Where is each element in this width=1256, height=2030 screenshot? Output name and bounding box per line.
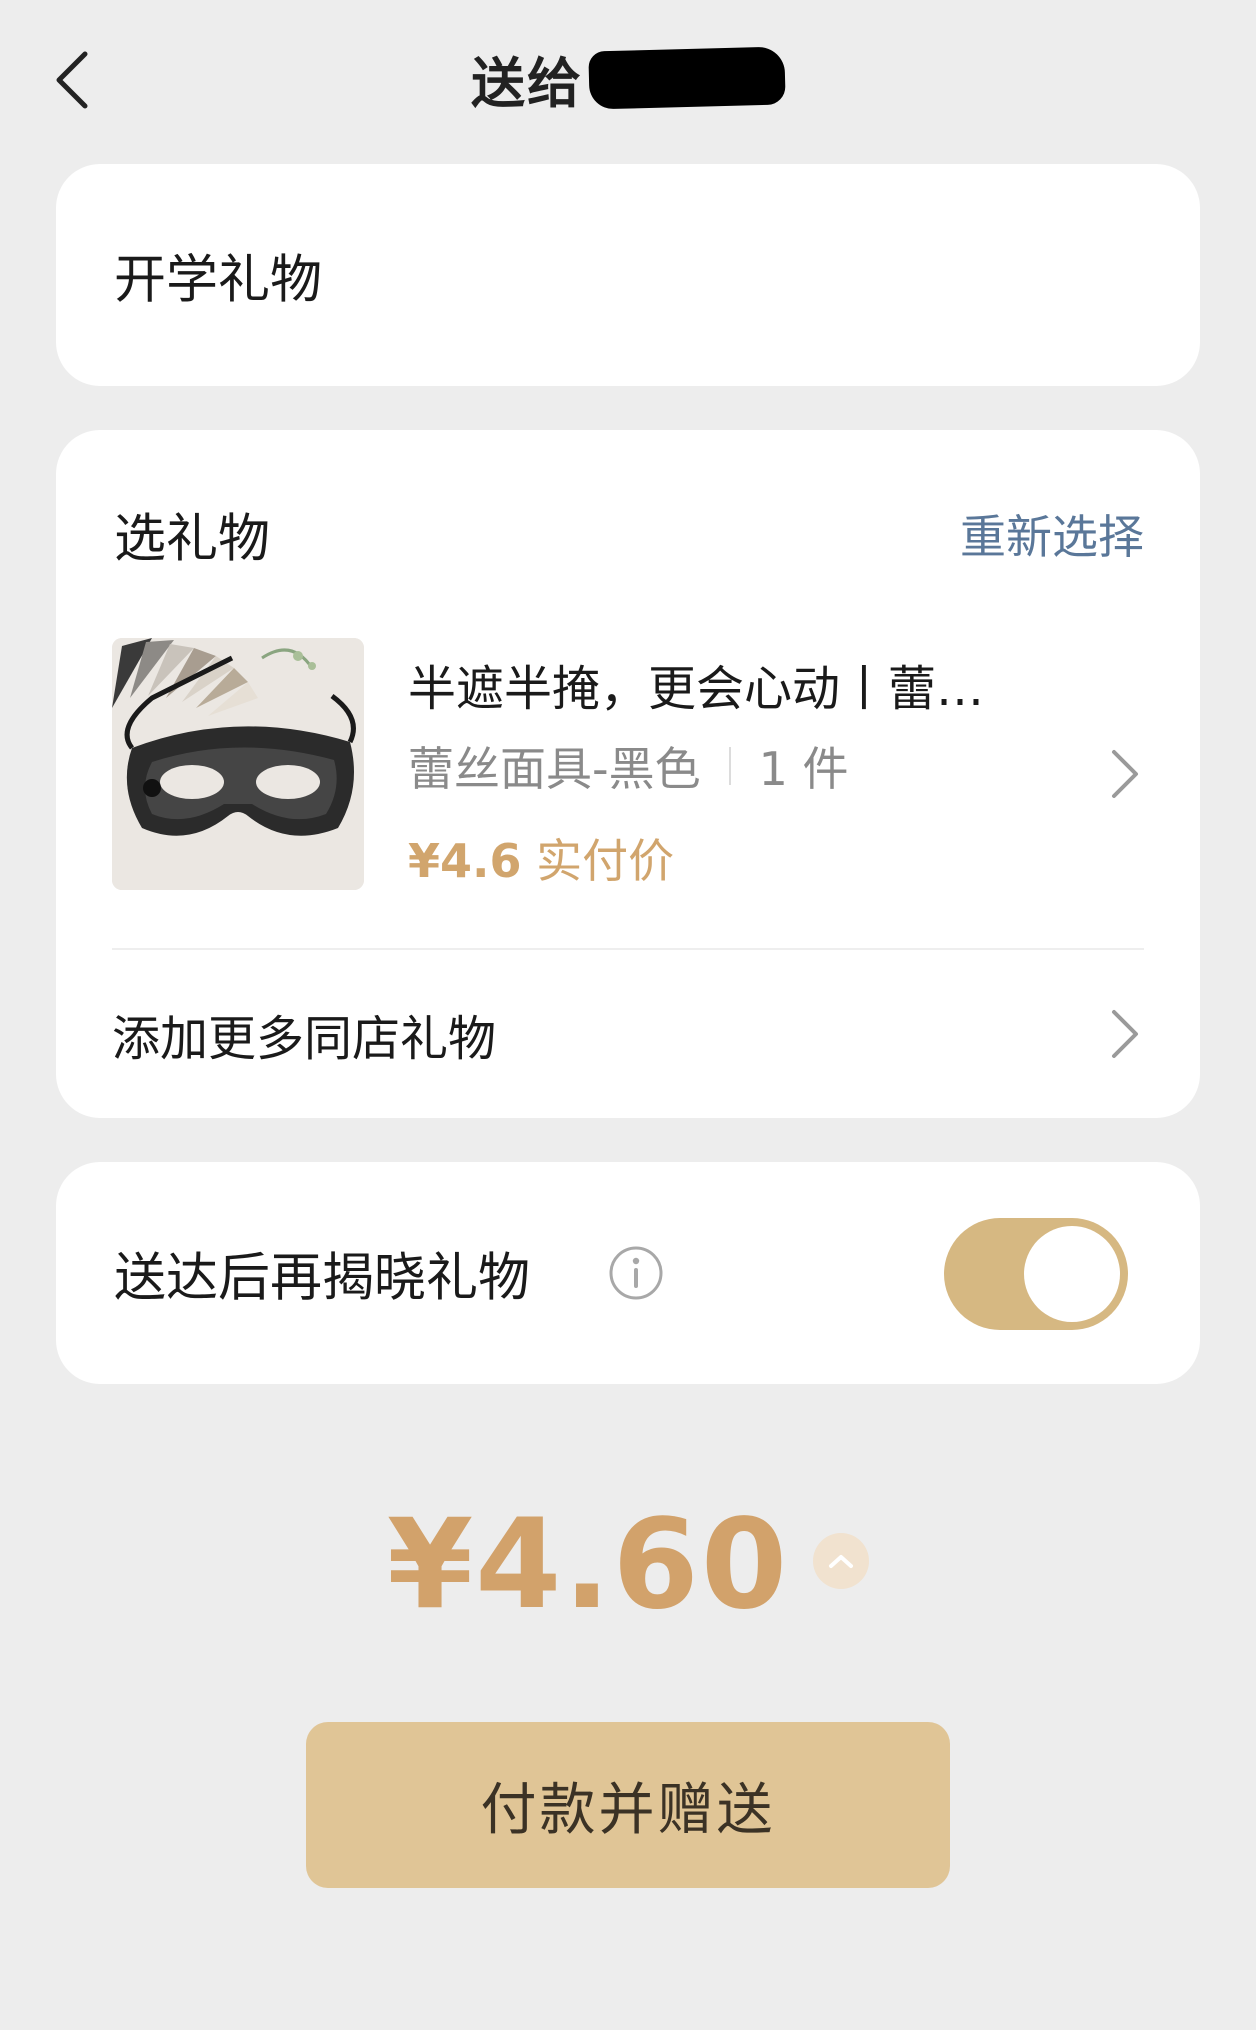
total-price-area: ¥4.60 xyxy=(0,1493,1256,1637)
product-quantity: 1 件 xyxy=(758,742,849,796)
header: 送给 xyxy=(0,0,1256,160)
product-item[interactable]: 半遮半掩，更会心动丨蕾… 蕾丝面具-黑色 1 件 ¥4.6 实付价 xyxy=(112,638,1146,890)
info-icon[interactable] xyxy=(608,1245,664,1301)
chevron-up-icon xyxy=(829,1555,854,1568)
reselect-link[interactable]: 重新选择 xyxy=(960,501,1144,567)
pay-and-send-button[interactable]: 付款并赠送 xyxy=(306,1722,950,1888)
product-name: 半遮半掩，更会心动丨蕾… xyxy=(408,661,985,717)
reveal-toggle[interactable] xyxy=(944,1218,1128,1330)
section-title-choose-gift: 选礼物 xyxy=(114,509,271,570)
gift-message-card[interactable]: 开学礼物 xyxy=(56,164,1200,386)
chevron-right-icon xyxy=(1112,1010,1138,1058)
title-wrap: 送给 xyxy=(0,42,1256,115)
reveal-after-delivery-card: 送达后再揭晓礼物 xyxy=(56,1162,1200,1384)
total-amount: ¥4.60 xyxy=(386,1493,790,1637)
reveal-after-delivery-label: 送达后再揭晓礼物 xyxy=(114,1248,531,1309)
price-detail-toggle[interactable] xyxy=(813,1533,870,1589)
gift-selection-card: 选礼物 重新选择 半遮半掩，更会心动丨蕾… 蕾丝面具-黑色 1 件 ¥4.6 实… xyxy=(56,430,1200,1118)
product-price-label: 实付价 xyxy=(536,834,675,888)
product-price: ¥4.6 xyxy=(408,834,522,888)
toggle-knob xyxy=(1024,1226,1120,1322)
product-image xyxy=(112,638,364,890)
page-title: 送给 xyxy=(471,51,583,115)
add-more-gifts-label: 添加更多同店礼物 xyxy=(112,1011,497,1067)
gift-message-text: 开学礼物 xyxy=(114,250,323,311)
product-spec-line: 蕾丝面具-黑色 1 件 xyxy=(408,733,849,799)
product-price-line: ¥4.6 实付价 xyxy=(408,825,674,891)
divider xyxy=(112,948,1144,950)
gift-send-page: 送给 开学礼物 选礼物 重新选择 半遮半掩，更会心动丨蕾… 蕾丝面具-黑色 1 … xyxy=(0,0,1256,2030)
product-spec: 蕾丝面具-黑色 xyxy=(408,742,701,796)
chevron-right-icon xyxy=(1112,750,1138,798)
spec-divider xyxy=(728,747,731,785)
add-more-gifts-row[interactable]: 添加更多同店礼物 xyxy=(112,952,1146,1118)
redacted-recipient-name xyxy=(588,46,786,110)
